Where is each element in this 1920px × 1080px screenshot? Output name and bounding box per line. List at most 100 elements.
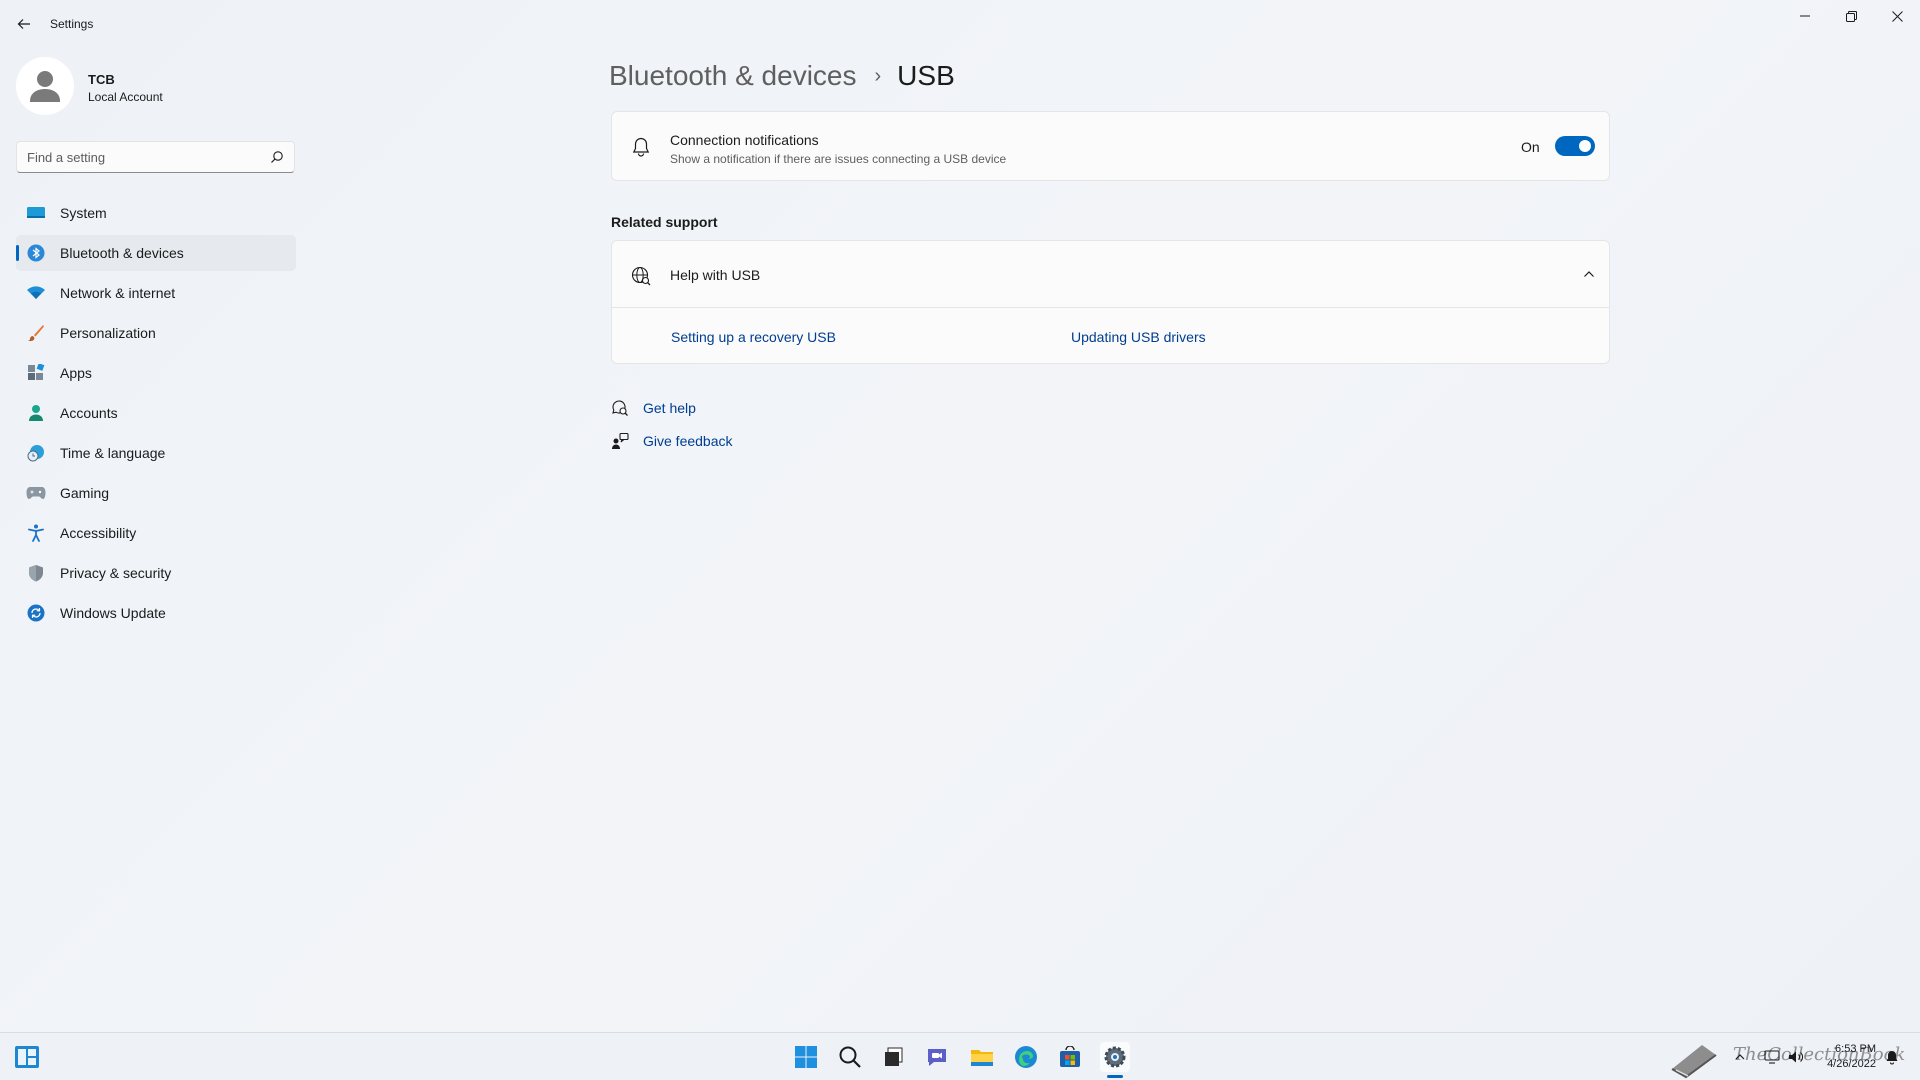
toggle-state-label: On — [1521, 139, 1540, 155]
connection-notifications-card: Connection notifications Show a notifica… — [611, 111, 1610, 181]
close-icon — [1891, 10, 1903, 22]
taskbar: TheCollectionBook 6:53 PM 4/26/2022 — [0, 1032, 1920, 1080]
sidebar-item-windows-update[interactable]: Windows Update — [16, 595, 296, 631]
user-profile[interactable]: TCB Local Account — [16, 57, 296, 117]
sidebar-item-personalization[interactable]: Personalization — [16, 315, 296, 351]
help-with-usb-card: Help with USB Setting up a recovery USB … — [611, 240, 1610, 364]
sidebar-nav: System Bluetooth & devices Network & int… — [16, 195, 296, 635]
apps-icon — [26, 364, 46, 382]
start-icon — [795, 1046, 817, 1068]
person-icon — [16, 57, 74, 115]
start-button[interactable] — [791, 1042, 821, 1072]
sidebar-item-bluetooth-devices[interactable]: Bluetooth & devices — [16, 235, 296, 271]
give-feedback-label: Give feedback — [643, 433, 733, 449]
file-explorer-icon — [971, 1050, 993, 1066]
connection-notifications-toggle[interactable] — [1555, 136, 1595, 156]
shield-icon — [26, 564, 46, 582]
setting-description: Show a notification if there are issues … — [670, 152, 1007, 166]
book-icon — [1671, 1045, 1717, 1079]
task-view-icon — [885, 1047, 903, 1066]
sidebar-item-label: Windows Update — [60, 605, 166, 621]
sidebar-item-label: Privacy & security — [60, 565, 172, 581]
widgets-icon[interactable] — [14, 1045, 40, 1069]
update-icon — [26, 604, 46, 622]
file-explorer-button[interactable] — [967, 1042, 997, 1072]
minimize-button[interactable] — [1782, 0, 1828, 32]
related-support-heading: Related support — [611, 214, 718, 230]
network-status-icon[interactable] — [1764, 1050, 1780, 1064]
sidebar-item-accounts[interactable]: Accounts — [16, 395, 296, 431]
search-icon — [839, 1046, 861, 1068]
brush-icon — [26, 324, 46, 342]
help-with-usb-expander[interactable]: Help with USB — [612, 241, 1609, 308]
search-input[interactable] — [27, 142, 257, 172]
edge-button[interactable] — [1011, 1042, 1041, 1072]
sidebar-item-label: Network & internet — [60, 285, 176, 301]
sidebar-item-label: Apps — [60, 365, 92, 381]
task-view-button[interactable] — [878, 1042, 908, 1072]
chevron-up-icon[interactable] — [1582, 267, 1596, 281]
sidebar-item-label: Time & language — [60, 445, 166, 461]
chat-button[interactable] — [922, 1042, 952, 1072]
store-icon — [1060, 1046, 1080, 1067]
wifi-icon — [26, 284, 46, 302]
minimize-icon — [1800, 15, 1810, 17]
bluetooth-icon — [26, 244, 46, 262]
search-icon[interactable] — [270, 150, 284, 164]
show-hidden-icons-icon[interactable] — [1734, 1051, 1746, 1063]
active-app-indicator — [1107, 1075, 1123, 1078]
taskbar-search-button[interactable] — [835, 1042, 865, 1072]
avatar — [16, 57, 74, 115]
store-button[interactable] — [1055, 1042, 1085, 1072]
bell-icon — [632, 137, 650, 157]
sidebar-item-label: Bluetooth & devices — [60, 245, 184, 261]
profile-name: TCB — [88, 72, 115, 87]
restore-button[interactable] — [1828, 0, 1874, 32]
sidebar-item-label: Gaming — [60, 485, 110, 501]
sidebar-item-network[interactable]: Network & internet — [16, 275, 296, 311]
globe-search-icon — [631, 266, 651, 286]
back-button[interactable] — [10, 10, 38, 38]
page-title: USB — [897, 60, 955, 91]
breadcrumb: Bluetooth & devices › USB — [609, 56, 955, 96]
breadcrumb-parent-link[interactable]: Bluetooth & devices — [609, 60, 857, 92]
settings-icon — [1104, 1046, 1126, 1068]
chat-icon — [928, 1049, 946, 1066]
gamepad-icon — [26, 484, 46, 502]
sidebar-item-label: Personalization — [60, 325, 156, 341]
app-title: Settings — [50, 17, 94, 31]
edge-icon — [1015, 1046, 1037, 1068]
link-updating-usb-drivers[interactable]: Updating USB drivers — [1071, 329, 1206, 345]
link-setting-up-recovery-usb[interactable]: Setting up a recovery USB — [671, 329, 836, 345]
title-bar: Settings — [0, 0, 1920, 48]
give-feedback-link[interactable]: Give feedback — [611, 431, 733, 451]
sidebar-item-label: Accounts — [60, 405, 118, 421]
accessibility-icon — [26, 524, 46, 542]
sidebar-item-apps[interactable]: Apps — [16, 355, 296, 391]
sidebar-item-gaming[interactable]: Gaming — [16, 475, 296, 511]
clock-time[interactable]: 6:53 PM — [1818, 1043, 1876, 1055]
notification-bell-icon[interactable] — [1884, 1049, 1900, 1065]
volume-icon[interactable] — [1788, 1050, 1804, 1064]
sidebar-item-label: Accessibility — [60, 525, 137, 541]
sidebar-item-time-language[interactable]: Time & language — [16, 435, 296, 471]
profile-account-type: Local Account — [88, 90, 163, 104]
feedback-icon — [612, 432, 629, 449]
settings-button[interactable] — [1100, 1042, 1130, 1072]
get-help-link[interactable]: Get help — [611, 398, 696, 418]
clock-date[interactable]: 4/26/2022 — [1808, 1058, 1876, 1070]
get-help-icon — [612, 400, 628, 416]
breadcrumb-separator: › — [874, 64, 882, 87]
search-box[interactable] — [16, 141, 295, 173]
toggle-knob — [1579, 140, 1591, 152]
help-title: Help with USB — [670, 267, 761, 283]
close-button[interactable] — [1874, 0, 1920, 32]
back-arrow-icon — [17, 19, 30, 29]
system-icon — [26, 204, 46, 222]
sidebar-item-privacy-security[interactable]: Privacy & security — [16, 555, 296, 591]
setting-title: Connection notifications — [670, 132, 819, 148]
sidebar-item-label: System — [60, 205, 107, 221]
sidebar-item-system[interactable]: System — [16, 195, 296, 231]
sidebar-item-accessibility[interactable]: Accessibility — [16, 515, 296, 551]
restore-icon — [1845, 10, 1857, 22]
